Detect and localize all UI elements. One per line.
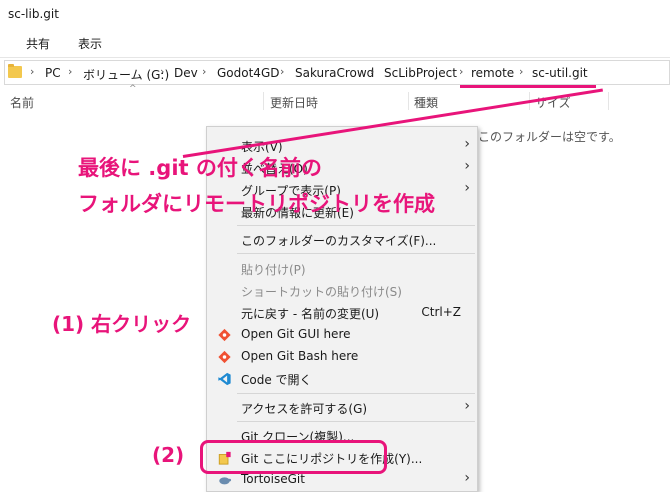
menu-item-label: Open Git GUI here bbox=[241, 327, 351, 341]
breadcrumb-dev[interactable]: Dev bbox=[174, 66, 198, 80]
column-type[interactable]: 種類 bbox=[414, 94, 438, 111]
column-divider[interactable] bbox=[608, 92, 609, 110]
breadcrumb-sakuracrowd[interactable]: SakuraCrowd bbox=[295, 66, 374, 80]
breadcrumb-remote[interactable]: remote bbox=[471, 66, 514, 80]
empty-folder-text: このフォルダーは空です。 bbox=[478, 130, 621, 144]
chevron-right-icon: › bbox=[202, 65, 207, 78]
git-diamond-icon bbox=[218, 350, 231, 364]
menu-item-git-gui[interactable]: Open Git GUI here bbox=[207, 324, 477, 346]
breadcrumb-sclibproject[interactable]: ScLibProject bbox=[384, 66, 457, 80]
menu-item-paste-shortcut[interactable]: ショートカットの貼り付け(S) bbox=[207, 280, 477, 302]
vscode-icon bbox=[218, 372, 231, 386]
chevron-right-icon: › bbox=[519, 65, 524, 78]
annotation-line-2: フォルダにリモートリポジトリを作成 bbox=[78, 192, 435, 216]
menu-item-label: Open Git Bash here bbox=[241, 349, 359, 363]
chevron-right-icon: › bbox=[459, 65, 464, 78]
folder-icon bbox=[8, 64, 22, 78]
menu-item-label: 貼り付け(P) bbox=[241, 263, 306, 277]
highlight-underline bbox=[460, 85, 596, 88]
shortcut-label: Ctrl+Z bbox=[421, 305, 461, 319]
annotation-step-1: (1) 右クリック bbox=[52, 312, 192, 336]
chevron-right-icon: › bbox=[280, 65, 285, 78]
ribbon: 共有 表示 bbox=[0, 28, 670, 58]
menu-item-access[interactable]: アクセスを許可する(G) › bbox=[207, 397, 477, 419]
menu-separator bbox=[237, 421, 475, 422]
menu-item-label: ショートカットの貼り付け(S) bbox=[241, 285, 402, 299]
menu-item-paste[interactable]: 貼り付け(P) bbox=[207, 258, 477, 280]
annotation-line-1: 最後に .git の付く名前の bbox=[78, 156, 322, 180]
menu-separator bbox=[237, 393, 475, 394]
column-divider[interactable] bbox=[263, 92, 264, 110]
chevron-right-icon: › bbox=[464, 136, 470, 152]
breadcrumb-volume[interactable]: ボリューム (G:) bbox=[83, 66, 169, 83]
chevron-right-icon: › bbox=[464, 158, 470, 174]
breadcrumb-sc-util-git[interactable]: sc-util.git bbox=[532, 66, 588, 80]
menu-item-undo[interactable]: 元に戻す - 名前の変更(U) Ctrl+Z bbox=[207, 302, 477, 324]
chevron-right-icon: › bbox=[464, 398, 470, 414]
window-title: sc-lib.git bbox=[8, 7, 59, 21]
chevron-right-icon: › bbox=[30, 65, 35, 78]
menu-separator bbox=[237, 253, 475, 254]
menu-item-label: Code で開く bbox=[241, 373, 312, 387]
tab-view[interactable]: 表示 bbox=[78, 35, 102, 52]
breadcrumb-godot4gd[interactable]: Godot4GD bbox=[217, 66, 279, 80]
menu-item-customize[interactable]: このフォルダーのカスタマイズ(F)... bbox=[207, 229, 477, 251]
address-bar[interactable]: › PC › ボリューム (G:) › Dev › Godot4GD › Sak… bbox=[4, 60, 670, 85]
tab-share[interactable]: 共有 bbox=[26, 35, 50, 52]
breadcrumb-pc[interactable]: PC bbox=[45, 66, 61, 80]
chevron-right-icon: › bbox=[464, 180, 470, 196]
chevron-right-icon: › bbox=[160, 65, 165, 78]
menu-item-label: このフォルダーのカスタマイズ(F)... bbox=[241, 234, 437, 248]
git-diamond-icon bbox=[218, 328, 231, 342]
annotation-step-2: (2) bbox=[152, 443, 185, 467]
menu-item-label: TortoiseGit bbox=[241, 472, 305, 486]
chevron-right-icon: › bbox=[370, 65, 375, 78]
menu-separator bbox=[237, 225, 475, 226]
tortoisegit-icon bbox=[219, 477, 232, 485]
column-divider[interactable] bbox=[408, 92, 409, 110]
menu-item-git-bash[interactable]: Open Git Bash here bbox=[207, 346, 477, 368]
title-bar: sc-lib.git bbox=[0, 0, 670, 28]
chevron-right-icon: › bbox=[68, 65, 73, 78]
menu-item-label: アクセスを許可する(G) bbox=[241, 402, 368, 416]
column-name[interactable]: 名前 bbox=[10, 94, 34, 111]
menu-item-label: 元に戻す - 名前の変更(U) bbox=[241, 307, 380, 321]
column-modified[interactable]: 更新日時 bbox=[270, 94, 318, 111]
menu-item-code[interactable]: Code で開く bbox=[207, 368, 477, 390]
highlight-box bbox=[200, 440, 387, 474]
chevron-right-icon: › bbox=[464, 470, 470, 486]
